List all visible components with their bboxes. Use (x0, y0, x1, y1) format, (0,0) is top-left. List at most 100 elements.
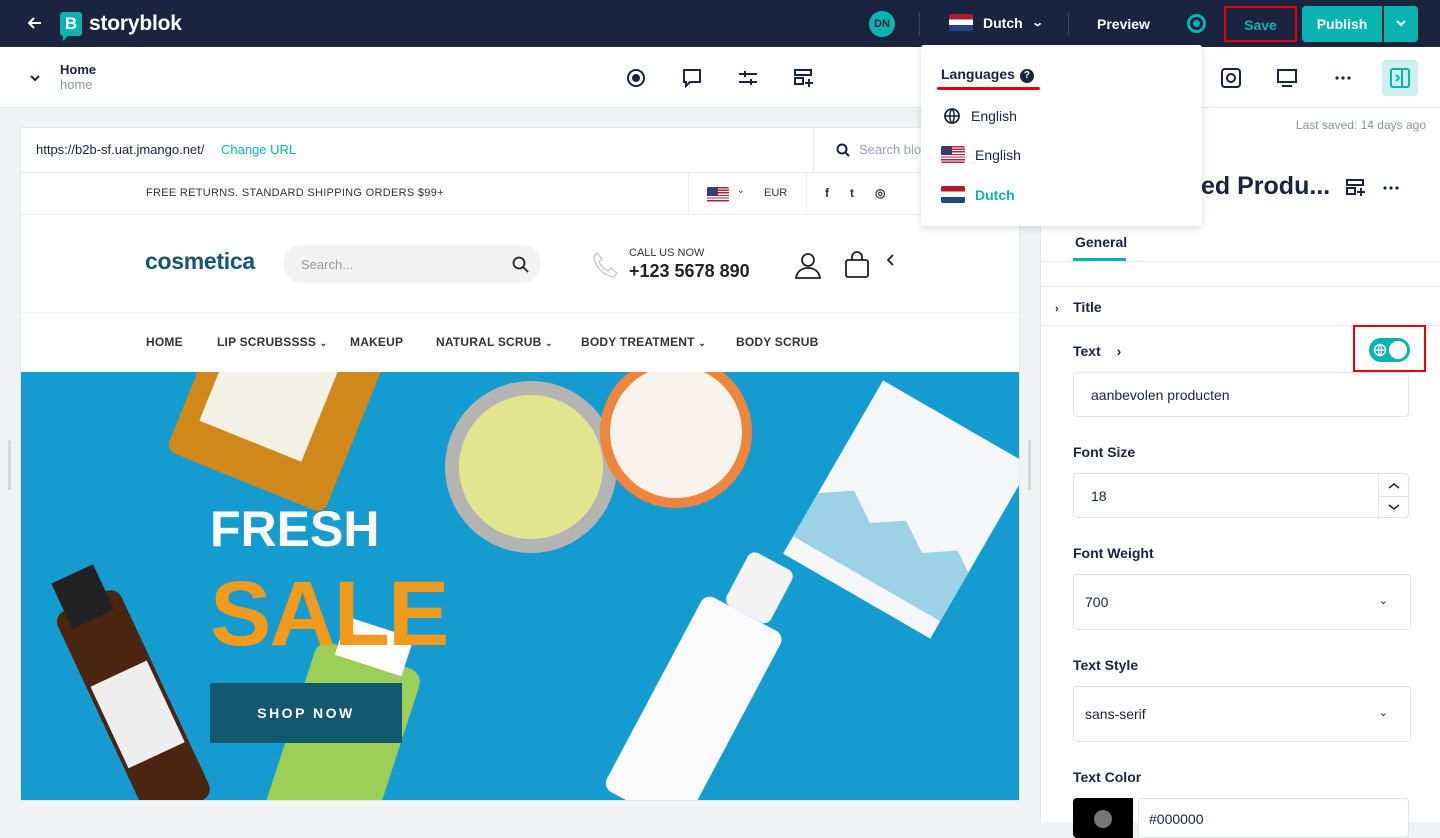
highlight-underline (937, 87, 1040, 90)
phone-icon (593, 251, 619, 278)
shop-now-button[interactable]: SHOP NOW (210, 683, 402, 743)
chevron-down-icon: ⌄ (698, 338, 706, 348)
chevron-down-icon[interactable] (30, 73, 40, 85)
chevron-left-icon[interactable] (886, 253, 896, 267)
color-swatch[interactable] (1073, 798, 1133, 838)
text-input[interactable]: aanbevolen producten (1073, 372, 1409, 417)
chevron-down-icon (1396, 20, 1406, 27)
publish-options-button[interactable] (1384, 6, 1418, 42)
divider (688, 173, 689, 215)
divider (1068, 12, 1069, 36)
change-url-link[interactable]: Change URL (221, 142, 296, 157)
currency[interactable]: EUR (764, 187, 787, 199)
toggle-panel-button[interactable] (1382, 60, 1418, 96)
help-icon[interactable]: ? (1019, 69, 1034, 83)
resize-handle[interactable] (8, 440, 11, 490)
site-header: cosmetica Search... CALL US NOW +123 567… (21, 215, 1019, 313)
text-field-label: Text › (1073, 343, 1121, 359)
nav-item-home[interactable]: HOME (146, 335, 183, 349)
site-nav: HOME LIP SCRUBSSSS ⌄ MAKEUP NATURAL SCRU… (21, 313, 1019, 372)
text-style-select[interactable]: sans-serif ⌄ (1073, 686, 1411, 742)
comment-icon[interactable] (681, 67, 703, 89)
twitter-icon[interactable]: t (850, 186, 854, 200)
search-icon (836, 143, 850, 157)
call-label: CALL US NOW (629, 247, 705, 259)
save-button[interactable]: Save (1224, 6, 1297, 42)
last-saved: Last saved: 14 days ago (1295, 118, 1426, 132)
component-title: ed Produ... (1201, 172, 1331, 200)
translate-toggle[interactable] (1369, 338, 1410, 362)
add-block-icon[interactable] (793, 67, 815, 89)
text-color-input[interactable]: #000000 (1138, 798, 1409, 838)
site-search-placeholder: Search... (301, 257, 354, 272)
current-language: Dutch (983, 14, 1023, 31)
story-slug: home (60, 77, 93, 92)
sliders-icon[interactable] (737, 67, 759, 89)
language-option-dutch[interactable]: Dutch (941, 186, 1015, 203)
section-title[interactable]: › Title (1055, 299, 1102, 317)
search-icon[interactable] (512, 256, 529, 273)
language-option-english[interactable]: English (941, 146, 1021, 163)
languages-title-label: Languages (941, 66, 1015, 82)
nl-flag-icon (949, 14, 973, 31)
panel-icon (1390, 68, 1410, 88)
font-size-input[interactable]: 18 (1073, 473, 1409, 519)
nav-label: BODY TREATMENT (581, 335, 695, 349)
hero-sale-text: SALE (210, 563, 449, 665)
promo-text: FREE RETURNS. STANDARD SHIPPING ORDERS $… (146, 187, 444, 199)
add-block-icon[interactable] (1345, 178, 1367, 198)
preview-button[interactable]: Preview (1097, 16, 1150, 32)
chevron-right-icon[interactable]: › (1117, 343, 1122, 359)
section-title-label: Title (1073, 299, 1102, 315)
language-switcher[interactable]: Dutch ⌄ (949, 14, 1044, 31)
text-style-label: Text Style (1073, 657, 1139, 673)
storyblok-logo[interactable]: B storyblok (60, 12, 182, 41)
font-weight-value: 700 (1085, 594, 1109, 610)
chevron-down-icon: ⌄ (1030, 17, 1044, 29)
font-weight-select[interactable]: 700 ⌄ (1073, 574, 1411, 630)
resize-handle[interactable] (1028, 440, 1031, 490)
language-option-default[interactable]: English (943, 107, 1017, 125)
us-flag-icon[interactable] (707, 187, 729, 202)
instagram-icon[interactable]: ◎ (875, 186, 885, 200)
us-flag-icon (941, 146, 965, 163)
nav-item-natural-scrub[interactable]: NATURAL SCRUB ⌄ (436, 335, 553, 349)
url-bar: https://b2b-sf.uat.jmango.net/ Change UR… (21, 128, 1019, 173)
publish-button[interactable]: Publish (1302, 6, 1382, 42)
hero-banner: FRESH SALE SHOP NOW (21, 372, 1019, 800)
font-size-label: Font Size (1073, 444, 1136, 460)
cart-icon[interactable] (843, 251, 871, 279)
nav-label: LIP SCRUBSSSS (217, 335, 317, 349)
call-number[interactable]: +123 5678 890 (629, 261, 750, 282)
user-avatar[interactable]: DN (869, 11, 895, 37)
language-dropdown: Languages? English English Dutch (921, 45, 1202, 226)
logo-text: storyblok (89, 12, 182, 35)
camera-icon[interactable] (1220, 67, 1242, 89)
chevron-down-icon: ⌄ (737, 185, 745, 195)
site-logo[interactable]: cosmetica (145, 248, 255, 275)
tab-general[interactable]: General (1075, 234, 1127, 250)
user-icon[interactable] (794, 251, 822, 279)
quantity-stepper[interactable] (1378, 474, 1409, 519)
divider (1041, 286, 1440, 287)
site-search-input[interactable]: Search... (283, 245, 541, 283)
text-color-label: Text Color (1073, 769, 1142, 785)
chevron-right-icon: › (1055, 303, 1059, 315)
chevron-down-icon: ⌄ (545, 338, 553, 348)
facebook-icon[interactable]: f (825, 186, 829, 200)
divider (919, 12, 920, 36)
nav-label: NATURAL SCRUB (436, 335, 542, 349)
nav-item-body-treatment[interactable]: BODY TREATMENT ⌄ (581, 335, 706, 349)
language-label: English (975, 146, 1021, 163)
arrow-left-icon[interactable] (26, 14, 44, 32)
more-icon[interactable] (1381, 178, 1401, 198)
nav-item-makeup[interactable]: MAKEUP (350, 335, 403, 349)
nav-item-body-scrub[interactable]: BODY SCRUB (736, 335, 818, 349)
editor-toolbar: Home home (0, 47, 1440, 108)
more-icon[interactable] (1332, 67, 1354, 89)
chevron-down-icon: ⌄ (319, 338, 328, 348)
target-icon[interactable] (625, 67, 647, 89)
desktop-icon[interactable] (1276, 67, 1298, 89)
promo-bar: FREE RETURNS. STANDARD SHIPPING ORDERS $… (21, 173, 1019, 215)
nav-item-lip-scrub[interactable]: LIP SCRUBSSSS ⌄ (217, 335, 327, 349)
